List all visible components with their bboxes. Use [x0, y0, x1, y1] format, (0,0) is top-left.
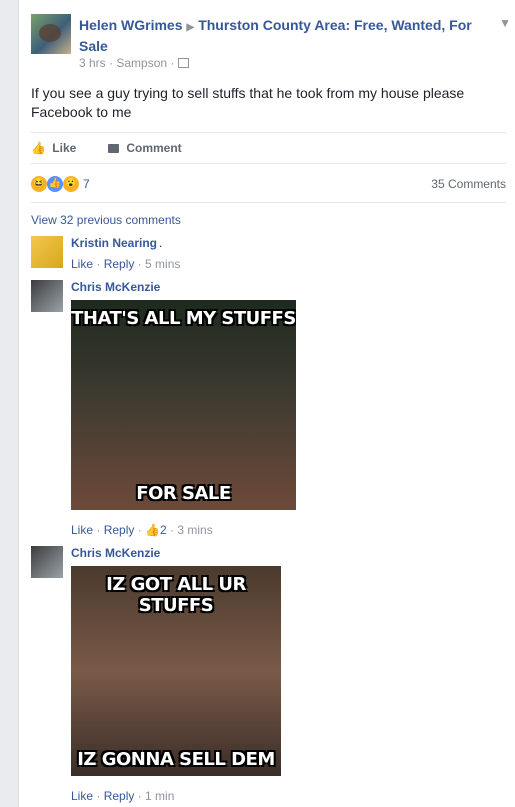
- comment-meta: Like · Reply · 1 min: [71, 789, 175, 803]
- like-reaction-icon[interactable]: 👍: [47, 176, 63, 192]
- reactions-bar: 😆 👍 😮 7 35 Comments: [31, 176, 506, 194]
- view-previous-comments-link[interactable]: View 32 previous comments: [31, 213, 181, 227]
- meme-top-text: THAT'S ALL MY STUFFS: [71, 308, 296, 329]
- comment-text: .: [159, 236, 163, 250]
- reaction-count[interactable]: 7: [83, 177, 90, 191]
- author-name-link[interactable]: Helen WGrimes: [79, 17, 182, 33]
- commenter-avatar[interactable]: [31, 236, 63, 268]
- divider: [31, 163, 506, 164]
- meme-bottom-text: IZ GONNA SELL DEM: [77, 749, 275, 770]
- comment-icon: [108, 144, 119, 153]
- comment-reply-link[interactable]: Reply: [104, 523, 135, 537]
- chevron-down-icon[interactable]: ▼: [499, 16, 511, 30]
- comment-time[interactable]: 5 mins: [145, 257, 180, 271]
- arrow-right-icon: ▶: [186, 22, 195, 33]
- meme-bottom-text: FOR SALE: [136, 483, 231, 504]
- comment-meta: Like · Reply · 5 mins: [71, 257, 181, 271]
- meme-top-text: IZ GOT ALL UR STUFFS: [106, 574, 246, 616]
- post-title: Helen WGrimes ▶ Thurston County Area: Free…: [79, 16, 479, 56]
- comment-meta: Like · Reply · 👍2 · 3 mins: [71, 523, 213, 537]
- divider: [31, 132, 506, 133]
- commenter-avatar[interactable]: [31, 546, 63, 578]
- comment-like-link[interactable]: Like: [71, 523, 93, 537]
- meme-image[interactable]: THAT'S ALL MY STUFFS FOR SALE: [71, 300, 296, 510]
- thumbs-up-icon: 👍: [31, 141, 46, 155]
- thumbs-up-outline-icon: 👍: [145, 523, 160, 537]
- comment-reply-link[interactable]: Reply: [104, 257, 135, 271]
- comment-label: Comment: [126, 141, 182, 155]
- comment-button[interactable]: Comment: [108, 141, 182, 155]
- commenter-name-row: Kristin Nearing.: [71, 236, 162, 250]
- comment-like-count[interactable]: 👍2: [145, 523, 167, 537]
- post-meta: 3 hrs · Sampson ·: [79, 56, 189, 70]
- comment-like-link[interactable]: Like: [71, 257, 93, 271]
- commenter-name[interactable]: Chris McKenzie: [71, 280, 160, 294]
- post-card: Helen WGrimes ▶ Thurston County Area: Free…: [18, 0, 515, 807]
- commenter-name[interactable]: Chris McKenzie: [71, 546, 160, 560]
- post-time[interactable]: 3 hrs: [79, 56, 106, 70]
- post-location[interactable]: Sampson: [116, 56, 167, 70]
- comment-time[interactable]: 3 mins: [177, 523, 212, 537]
- commenter-name[interactable]: Kristin Nearing: [71, 236, 157, 250]
- like-count-value: 2: [160, 523, 167, 537]
- divider: [31, 202, 506, 203]
- comment-reply-link[interactable]: Reply: [104, 789, 135, 803]
- like-label: Like: [52, 141, 77, 155]
- like-button[interactable]: 👍 Like: [31, 141, 76, 155]
- meme-image[interactable]: IZ GOT ALL UR STUFFS IZ GONNA SELL DEM: [71, 566, 281, 776]
- comments-count[interactable]: 35 Comments: [431, 177, 506, 191]
- audience-icon: [177, 58, 189, 68]
- wow-reaction-icon[interactable]: 😮: [63, 176, 79, 192]
- post-text: If you see a guy trying to sell stuffs t…: [31, 85, 465, 120]
- author-avatar[interactable]: [31, 14, 71, 54]
- comment-like-link[interactable]: Like: [71, 789, 93, 803]
- comment-time[interactable]: 1 min: [145, 789, 174, 803]
- haha-reaction-icon[interactable]: 😆: [31, 176, 47, 192]
- commenter-avatar[interactable]: [31, 280, 63, 312]
